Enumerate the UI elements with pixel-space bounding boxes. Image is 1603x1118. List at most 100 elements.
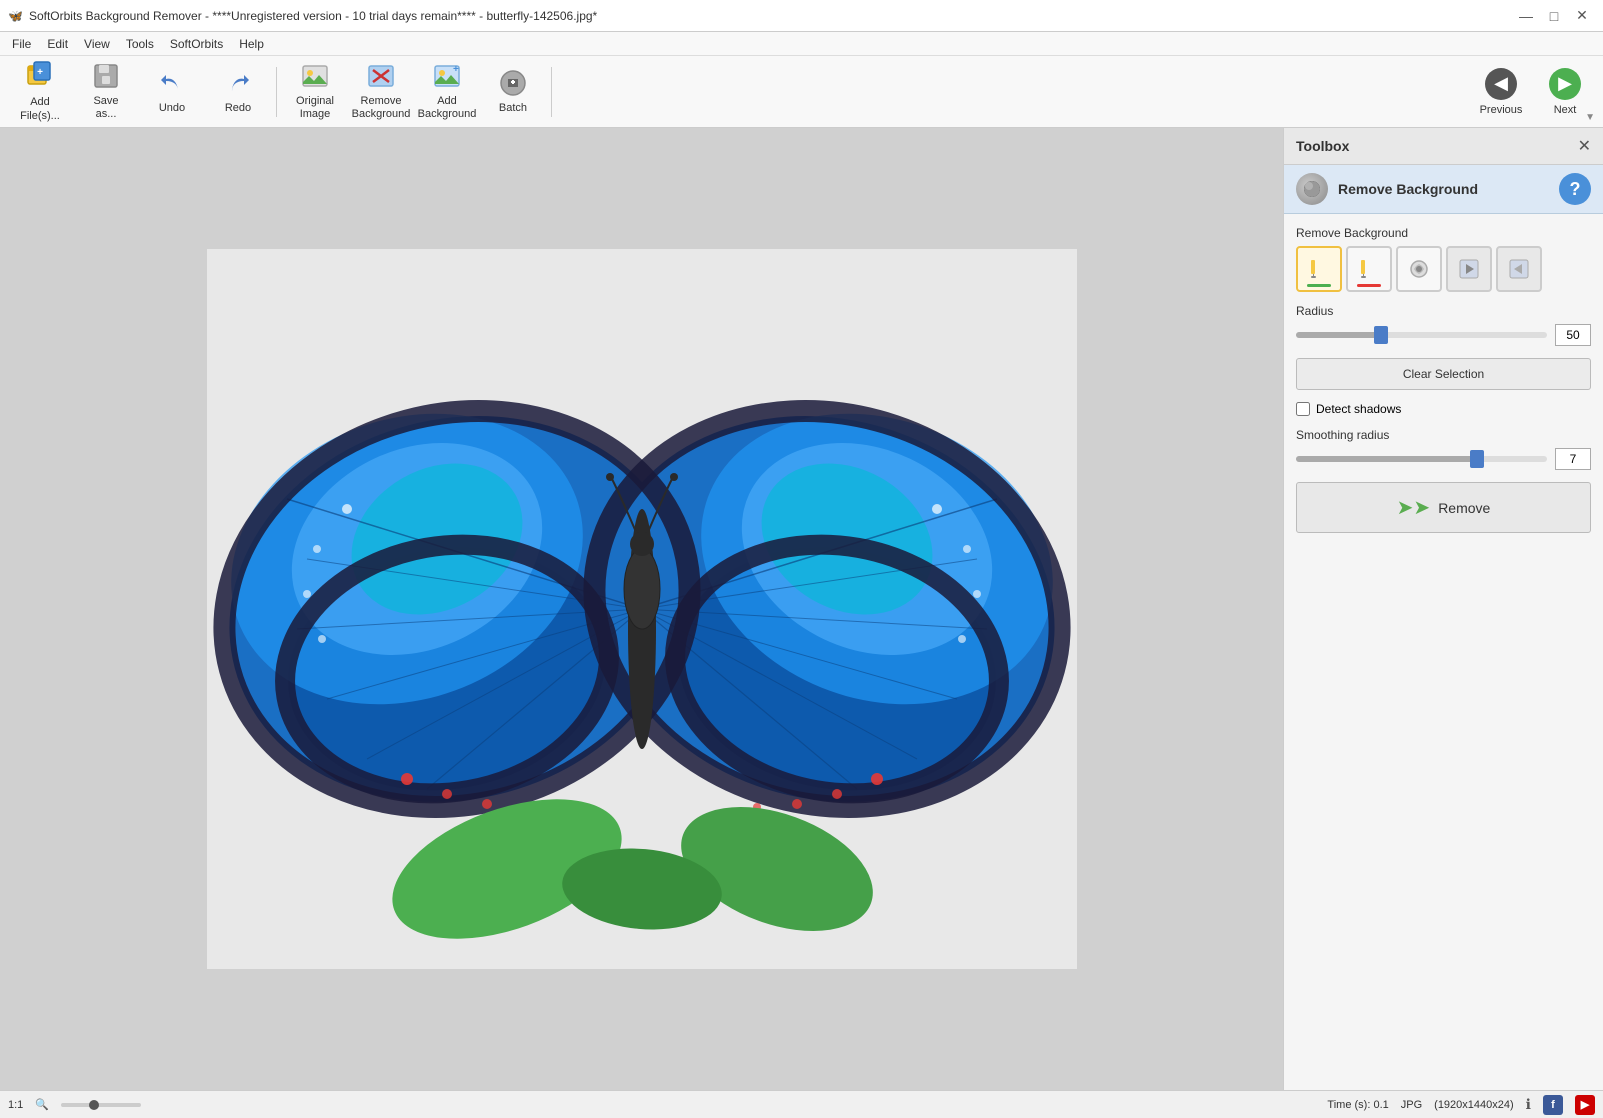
detect-shadows-label[interactable]: Detect shadows — [1316, 402, 1401, 416]
add-files-button[interactable]: + AddFile(s)... — [8, 60, 72, 124]
save-as-button[interactable]: Saveas... — [74, 60, 138, 124]
redo-label: Redo — [225, 102, 251, 114]
toolbar-overflow-chevron[interactable]: ▼ — [1585, 112, 1595, 123]
dimensions-label: (1920x1440x24) — [1434, 1099, 1514, 1111]
add-files-label: AddFile(s)... — [20, 96, 60, 122]
toolbox-header: Toolbox ✕ — [1284, 128, 1603, 165]
remove-region-tool[interactable] — [1496, 246, 1542, 292]
close-button[interactable]: ✕ — [1569, 3, 1595, 29]
radius-value[interactable]: 50 — [1555, 324, 1591, 346]
toolbox-panel: Toolbox ✕ Remove Background ? Remove Bac… — [1283, 128, 1603, 1090]
toolbar-separator-2 — [551, 67, 552, 117]
remove-background-section-label: Remove Background — [1296, 226, 1591, 292]
title-bar-controls: — □ ✕ — [1513, 3, 1595, 29]
toolbox-body: Remove Background — [1284, 214, 1603, 545]
original-image-button[interactable]: OriginalImage — [283, 60, 347, 124]
time-label: Time (s): 0.1 — [1327, 1099, 1388, 1111]
original-image-icon — [301, 62, 329, 93]
remove-arrow-icon: ➤➤ — [1397, 495, 1431, 520]
smoothing-slider-row: 7 — [1296, 448, 1591, 470]
maximize-button[interactable]: □ — [1541, 3, 1567, 29]
smoothing-section: Smoothing radius 7 — [1296, 428, 1591, 470]
save-icon — [92, 62, 120, 93]
original-image-label: OriginalImage — [296, 95, 334, 121]
add-background-button[interactable]: + AddBackground — [415, 60, 479, 124]
detect-shadows-row: Detect shadows — [1296, 402, 1591, 416]
format-label: JPG — [1401, 1099, 1422, 1111]
next-label: Next — [1554, 104, 1577, 116]
batch-mode-icon — [499, 69, 527, 100]
smoothing-slider-thumb[interactable] — [1470, 450, 1484, 468]
toolbox-section-header: Remove Background ? — [1284, 165, 1603, 214]
app-icon: 🦋 — [8, 9, 23, 23]
radius-slider-row: 50 — [1296, 324, 1591, 346]
remove-brush-tool[interactable] — [1346, 246, 1392, 292]
svg-text:+: + — [37, 67, 43, 78]
zoom-slider[interactable] — [61, 1103, 141, 1107]
keep-brush-tool[interactable] — [1296, 246, 1342, 292]
menu-file[interactable]: File — [4, 35, 39, 53]
redo-icon — [224, 69, 252, 100]
clear-selection-button[interactable]: Clear Selection — [1296, 358, 1591, 390]
menu-edit[interactable]: Edit — [39, 35, 76, 53]
window-title: SoftOrbits Background Remover - ****Unre… — [29, 9, 597, 23]
smoothing-value[interactable]: 7 — [1555, 448, 1591, 470]
menu-tools[interactable]: Tools — [118, 35, 162, 53]
zoom-icon: 🔍 — [35, 1098, 49, 1111]
save-as-label: Saveas... — [93, 95, 118, 121]
tool-buttons-row — [1296, 246, 1591, 292]
remove-button[interactable]: ➤➤ Remove — [1296, 482, 1591, 533]
add-background-icon: + — [433, 62, 461, 93]
redo-button[interactable]: Redo — [206, 60, 270, 124]
previous-nav-button[interactable]: ◀ Previous — [1471, 60, 1531, 124]
batch-mode-button[interactable]: Batch — [481, 60, 545, 124]
info-icon[interactable]: ℹ — [1526, 1096, 1531, 1113]
main-area: Toolbox ✕ Remove Background ? Remove Bac… — [0, 128, 1603, 1090]
previous-label: Previous — [1480, 104, 1523, 116]
menu-help[interactable]: Help — [231, 35, 272, 53]
remove-background-icon — [367, 62, 395, 93]
menu-softorbits[interactable]: SoftOrbits — [162, 35, 231, 53]
radius-slider-fill — [1296, 332, 1381, 338]
remove-background-button[interactable]: RemoveBackground — [349, 60, 413, 124]
canvas-area[interactable] — [0, 128, 1283, 1090]
zoom-ratio: 1:1 — [8, 1099, 23, 1111]
toolbar: + AddFile(s)... Saveas... Undo Redo Orig… — [0, 56, 1603, 128]
keep-region-tool[interactable] — [1446, 246, 1492, 292]
help-button[interactable]: ? — [1559, 173, 1591, 205]
svg-text:+: + — [453, 64, 459, 75]
magic-wand-tool[interactable] — [1396, 246, 1442, 292]
status-bar-right: Time (s): 0.1 JPG (1920x1440x24) ℹ f ▶ — [1327, 1095, 1595, 1115]
add-background-label: AddBackground — [418, 95, 477, 121]
radius-section: Radius 50 — [1296, 304, 1591, 346]
batch-mode-label: Batch — [499, 102, 527, 114]
keep-brush-underline — [1307, 284, 1331, 287]
previous-icon: ◀ — [1485, 68, 1517, 100]
remove-brush-underline — [1357, 284, 1381, 287]
toolbar-nav-group: ◀ Previous ▶ Next — [1471, 60, 1595, 124]
toolbox-close-button[interactable]: ✕ — [1578, 136, 1591, 156]
zoom-slider-thumb — [89, 1100, 99, 1110]
add-files-icon: + — [26, 60, 54, 94]
radius-slider-track[interactable] — [1296, 332, 1547, 338]
facebook-icon[interactable]: f — [1543, 1095, 1563, 1115]
next-icon: ▶ — [1549, 68, 1581, 100]
menu-bar: File Edit View Tools SoftOrbits Help — [0, 32, 1603, 56]
menu-view[interactable]: View — [76, 35, 118, 53]
remove-background-label: RemoveBackground — [352, 95, 411, 121]
title-bar-left: 🦋 SoftOrbits Background Remover - ****Un… — [8, 9, 597, 23]
remove-label: Remove — [1438, 500, 1490, 516]
toolbox-section-title: Remove Background — [1338, 181, 1478, 197]
toolbox-title: Toolbox — [1296, 138, 1349, 154]
radius-slider-thumb[interactable] — [1374, 326, 1388, 344]
smoothing-slider-fill — [1296, 456, 1477, 462]
status-bar: 1:1 🔍 Time (s): 0.1 JPG (1920x1440x24) ℹ… — [0, 1090, 1603, 1118]
undo-label: Undo — [159, 102, 185, 114]
detect-shadows-checkbox[interactable] — [1296, 402, 1310, 416]
youtube-icon[interactable]: ▶ — [1575, 1095, 1595, 1115]
title-bar: 🦋 SoftOrbits Background Remover - ****Un… — [0, 0, 1603, 32]
minimize-button[interactable]: — — [1513, 3, 1539, 29]
smoothing-slider-track[interactable] — [1296, 456, 1547, 462]
butterfly-canvas — [207, 249, 1077, 969]
undo-button[interactable]: Undo — [140, 60, 204, 124]
